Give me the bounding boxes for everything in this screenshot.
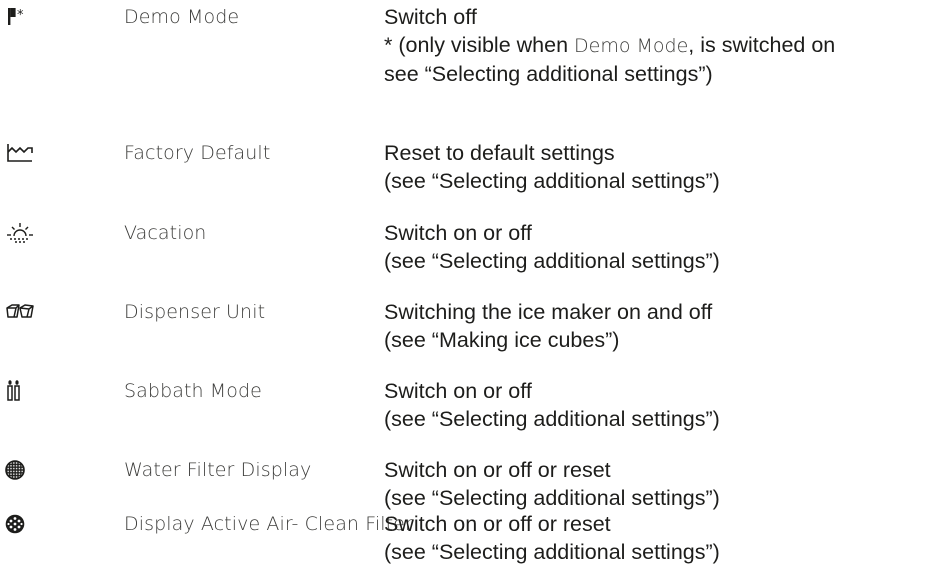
demo-mode-flag-icon: * bbox=[4, 3, 36, 31]
setting-description: Switching the ice maker on and off (see … bbox=[384, 298, 712, 354]
description-reference: (see “Selecting additional settings”) bbox=[384, 169, 720, 193]
visibility-note: * (only visible when Demo Mode, is switc… bbox=[384, 31, 835, 60]
ice-cubes-icon bbox=[4, 298, 36, 326]
description-reference: (see “Selecting additional settings”) bbox=[384, 486, 720, 510]
water-filter-icon bbox=[4, 456, 36, 484]
description-reference: (see “Making ice cubes”) bbox=[384, 328, 620, 352]
setting-name: Factory Default bbox=[124, 139, 270, 167]
description-line: Reset to default settings bbox=[384, 141, 615, 165]
setting-name-line: Vacation bbox=[124, 222, 207, 244]
setting-name-line: Sabbath Mode bbox=[124, 380, 262, 402]
description-reference: see “Selecting additional settings”) bbox=[384, 62, 713, 86]
setting-name: Vacation bbox=[124, 219, 206, 247]
setting-name: Sabbath Mode bbox=[124, 377, 262, 405]
setting-description: Reset to default settings (see “Selectin… bbox=[384, 139, 720, 195]
setting-name: Display Active Air- Clean Filter bbox=[124, 510, 413, 538]
air-filter-icon bbox=[4, 510, 36, 538]
note-prefix: * (only visible when bbox=[384, 33, 575, 57]
setting-name: Demo Mode bbox=[124, 3, 239, 31]
description-line: Switch on or off bbox=[384, 379, 532, 403]
setting-name-line: Demo Mode bbox=[124, 6, 240, 28]
note-ui-term: Demo Mode bbox=[574, 35, 689, 57]
setting-name: Dispenser Unit bbox=[124, 298, 265, 326]
setting-name-line: Factory Default bbox=[124, 142, 271, 164]
description-reference: (see “Selecting additional settings”) bbox=[384, 540, 720, 564]
setting-description: Switch off * (only visible when Demo Mod… bbox=[384, 3, 835, 88]
description-line: Switching the ice maker on and off bbox=[384, 300, 713, 324]
setting-description: Switch on or off (see “Selecting additio… bbox=[384, 377, 720, 433]
sun-icon bbox=[4, 219, 36, 247]
factory-icon bbox=[4, 139, 36, 167]
setting-name: Water Filter Display bbox=[124, 456, 311, 484]
setting-name-line: Water Filter Display bbox=[124, 459, 312, 481]
setting-description: Switch on or off or reset (see “Selectin… bbox=[384, 456, 720, 512]
description-reference: (see “Selecting additional settings”) bbox=[384, 407, 720, 431]
description-line: Switch off bbox=[384, 5, 477, 29]
note-suffix: , is switched on bbox=[688, 33, 836, 57]
setting-name-line: Dispenser Unit bbox=[124, 301, 266, 323]
description-reference: (see “Selecting additional settings”) bbox=[384, 249, 720, 273]
description-line: Switch on or off or reset bbox=[384, 512, 611, 536]
setting-name-line: Display Active Air- bbox=[124, 513, 299, 535]
description-line: Switch on or off or reset bbox=[384, 458, 611, 482]
setting-description: Switch on or off (see “Selecting additio… bbox=[384, 219, 720, 275]
candles-icon bbox=[4, 377, 36, 405]
setting-description: Switch on or off or reset (see “Selectin… bbox=[384, 510, 720, 566]
svg-text:*: * bbox=[17, 8, 24, 23]
description-line: Switch on or off bbox=[384, 221, 532, 245]
